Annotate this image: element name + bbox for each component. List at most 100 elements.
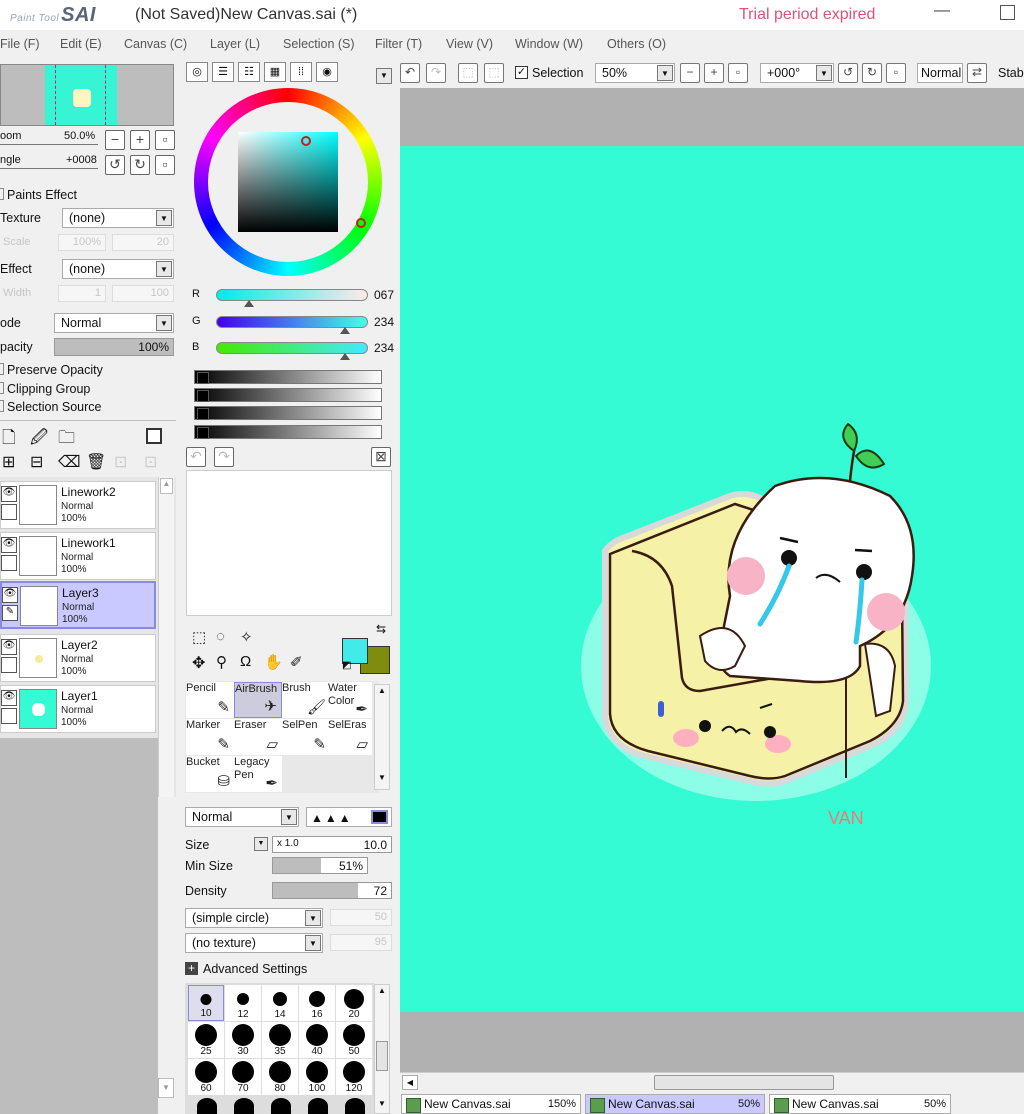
brush-size-cell[interactable]: 80 bbox=[262, 1059, 298, 1095]
brush-edge-selector[interactable]: ▲▲▲ bbox=[306, 807, 392, 827]
green-slider[interactable]: G 234 bbox=[188, 313, 398, 334]
palette-tab-icon[interactable]: ⁞⁞ bbox=[290, 62, 312, 82]
edge-hardness-icons[interactable]: ▲▲▲ bbox=[311, 811, 353, 825]
brush-size-cell[interactable]: 30 bbox=[225, 1022, 261, 1058]
menu-edit[interactable]: Edit (E) bbox=[60, 37, 102, 51]
menu-window[interactable]: Window (W) bbox=[515, 37, 583, 51]
chevron-up-icon[interactable]: ▲ bbox=[376, 986, 388, 1000]
angle-slider-track[interactable] bbox=[0, 168, 98, 169]
brush-size-cell[interactable]: 100 bbox=[299, 1059, 335, 1095]
brush-size-scrollbar[interactable]: ▲ ▼ bbox=[374, 984, 390, 1114]
layer-mode-dropdown[interactable]: Normal ▼ bbox=[54, 313, 174, 333]
menu-file[interactable]: File (F) bbox=[0, 37, 40, 51]
eye-icon[interactable]: 👁 bbox=[1, 690, 17, 706]
rotate-tool-icon[interactable]: Ω bbox=[240, 653, 251, 670]
select-rect-icon[interactable]: ⬚ bbox=[192, 628, 206, 646]
brush-lock-icon[interactable]: ✎ bbox=[2, 605, 18, 621]
angle-value[interactable]: +0008 bbox=[66, 154, 97, 166]
zoom-out-button[interactable]: − bbox=[680, 63, 700, 83]
brush-size-cell[interactable]: 50 bbox=[336, 1022, 372, 1058]
merge-down-icon[interactable]: ⊟ bbox=[30, 452, 43, 472]
zoom-value[interactable]: 50.0% bbox=[64, 130, 95, 142]
sv-cursor[interactable] bbox=[301, 136, 311, 146]
eye-icon[interactable]: 👁 bbox=[2, 587, 18, 603]
brush-blend-dropdown[interactable]: Normal ▼ bbox=[185, 807, 299, 827]
clipping-group-checkbox[interactable]: Clipping Group bbox=[0, 382, 90, 396]
zoom-in-button[interactable]: + bbox=[704, 63, 724, 83]
transparent-color-icon[interactable]: ◩ bbox=[342, 660, 351, 671]
zoom-reset-button[interactable]: ▫ bbox=[155, 130, 175, 150]
chevron-left-icon[interactable]: ◀ bbox=[402, 1075, 418, 1090]
brush-size-cell[interactable]: 35 bbox=[262, 1022, 298, 1058]
menu-others[interactable]: Others (O) bbox=[607, 37, 666, 51]
layer-row[interactable]: 👁 Linework2 Normal 100% bbox=[0, 481, 156, 529]
blue-knob[interactable] bbox=[340, 353, 350, 360]
zoom-tool-icon[interactable]: ⚲ bbox=[216, 653, 227, 671]
scratchpad-tab-icon[interactable]: ◉ bbox=[316, 62, 338, 82]
eye-icon[interactable]: 👁 bbox=[1, 639, 17, 655]
transfer-down-icon[interactable]: ⊞ bbox=[2, 452, 15, 472]
menu-view[interactable]: View (V) bbox=[446, 37, 493, 51]
brush-size-cell[interactable]: 25 bbox=[188, 1022, 224, 1058]
tool-pencil[interactable]: Pencil ✎ bbox=[186, 682, 234, 718]
effect-dropdown[interactable]: (none) ▼ bbox=[62, 259, 174, 279]
brush-size-cell[interactable]: 60 bbox=[188, 1059, 224, 1095]
new-linework-layer-icon[interactable]: 🖉 bbox=[30, 425, 48, 454]
eyedropper-icon[interactable]: ✐ bbox=[290, 653, 303, 671]
size-multiplier[interactable]: x 1.0 bbox=[277, 838, 299, 849]
gray-slider[interactable] bbox=[194, 425, 382, 439]
tool-marker[interactable]: Marker ✎ bbox=[186, 719, 234, 755]
blue-value[interactable]: 234 bbox=[374, 341, 394, 355]
tool-water-color[interactable]: Water Color ✒ bbox=[328, 682, 372, 718]
min-size-bar[interactable]: 51% bbox=[272, 857, 368, 874]
red-value[interactable]: 067 bbox=[374, 288, 394, 302]
chevron-up-icon[interactable]: ▲ bbox=[376, 686, 388, 700]
green-knob[interactable] bbox=[340, 327, 350, 334]
brush-size-cell[interactable]: 12 bbox=[225, 985, 261, 1021]
zoom-out-button[interactable]: − bbox=[105, 130, 125, 150]
new-layer-icon[interactable]: 🗋 bbox=[2, 425, 16, 454]
advanced-settings-toggle[interactable]: Advanced Settings bbox=[203, 962, 307, 976]
brush-size-cell[interactable]: 14 bbox=[262, 985, 298, 1021]
chevron-down-icon[interactable]: ▼ bbox=[158, 1078, 174, 1098]
canvas[interactable]: VAN bbox=[400, 146, 1024, 1012]
brush-texture-dropdown[interactable]: (no texture) ▼ bbox=[185, 933, 323, 953]
scratchpad[interactable] bbox=[186, 470, 392, 616]
document-tab[interactable]: New Canvas.sai 50% bbox=[769, 1094, 951, 1114]
color-wheel-tab-icon[interactable]: ◎ bbox=[186, 62, 208, 82]
size-field[interactable]: x 1.0 10.0 bbox=[272, 836, 392, 853]
scroll-thumb[interactable] bbox=[376, 1041, 388, 1071]
preserve-opacity-checkbox[interactable]: Preserve Opacity bbox=[0, 363, 103, 377]
angle-dropdown[interactable]: +000° ▼ bbox=[760, 63, 834, 83]
document-tab-active[interactable]: New Canvas.sai 50% bbox=[585, 1094, 765, 1114]
zoom-reset-button[interactable]: ▫ bbox=[728, 63, 748, 83]
red-bar[interactable] bbox=[216, 289, 368, 301]
saturation-value-square[interactable] bbox=[238, 132, 338, 232]
zoom-in-button[interactable]: + bbox=[130, 130, 150, 150]
chevron-up-icon[interactable]: ▲ bbox=[160, 478, 173, 494]
scroll-thumb[interactable] bbox=[654, 1075, 834, 1090]
swatches-tab-icon[interactable]: ▦ bbox=[264, 62, 286, 82]
chevron-down-icon[interactable]: ▼ bbox=[376, 773, 388, 787]
move-icon[interactable]: ✥ bbox=[192, 653, 205, 673]
rotate-reset-button[interactable]: ▫ bbox=[886, 63, 906, 83]
density-bar[interactable]: 72 bbox=[272, 882, 392, 899]
canvas-area[interactable]: VAN bbox=[400, 88, 1024, 1072]
hsv-slider-tab-icon[interactable]: ☷ bbox=[238, 62, 260, 82]
red-knob[interactable] bbox=[244, 300, 254, 307]
rotate-left-button[interactable]: ↺ bbox=[838, 63, 858, 83]
navigator-preview[interactable] bbox=[0, 64, 174, 126]
rgb-slider-tab-icon[interactable]: ☰ bbox=[212, 62, 234, 82]
delete-layer-icon[interactable]: 🗑 bbox=[86, 452, 106, 472]
menu-canvas[interactable]: Canvas (C) bbox=[124, 37, 187, 51]
scratchpad-clear-icon[interactable]: ⊠ bbox=[371, 447, 391, 467]
blue-slider[interactable]: B 234 bbox=[188, 339, 398, 360]
selection-checkbox[interactable]: ✓ bbox=[515, 66, 528, 79]
layer-row-selected[interactable]: 👁 ✎ Layer3 Normal 100% bbox=[0, 581, 156, 629]
magic-wand-icon[interactable]: ✧ bbox=[240, 628, 253, 646]
hand-icon[interactable]: ✋ bbox=[264, 653, 283, 671]
layer-list-scrollbar[interactable]: ▲ bbox=[158, 477, 174, 797]
brush-shape-dropdown[interactable]: (simple circle) ▼ bbox=[185, 908, 323, 928]
layer-row[interactable]: 👁 Linework1 Normal 100% bbox=[0, 532, 156, 580]
brush-size-cell[interactable]: 10 bbox=[188, 985, 224, 1021]
